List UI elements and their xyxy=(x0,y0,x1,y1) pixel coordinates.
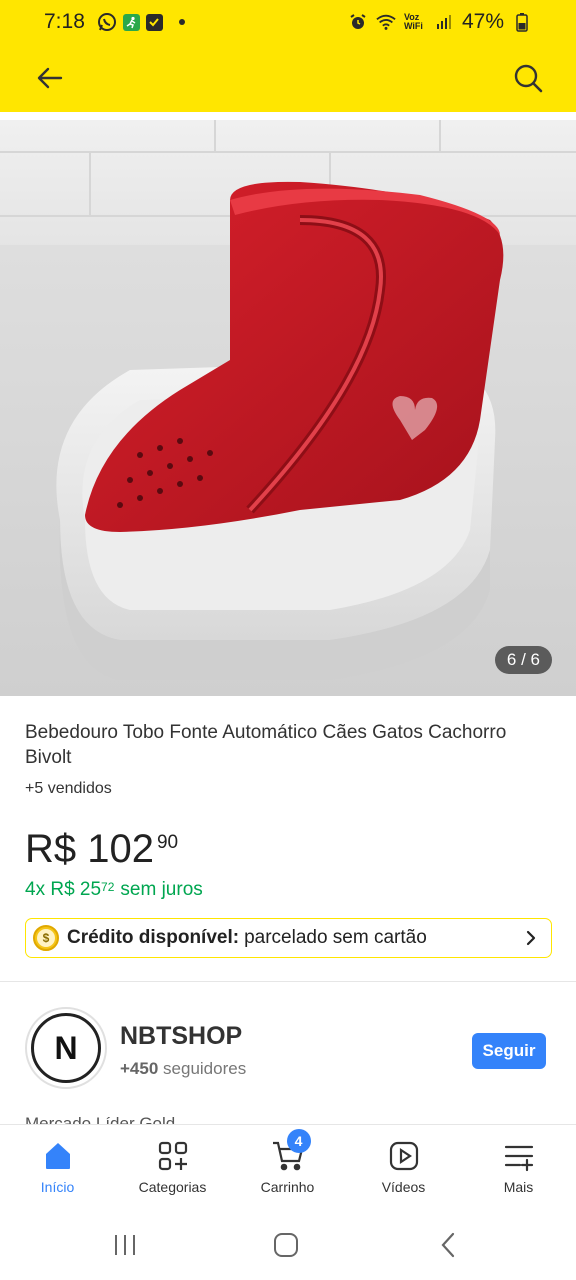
nav-item-videos[interactable]: Vídeos xyxy=(346,1125,461,1211)
nav-label-categories: Categorias xyxy=(138,1179,207,1195)
arrow-left-icon xyxy=(37,67,63,89)
sold-count: +5 vendidos xyxy=(25,780,112,797)
nav-label-videos: Vídeos xyxy=(381,1179,426,1195)
home-square-icon xyxy=(274,1233,298,1257)
price-main: R$ 102 xyxy=(25,827,154,871)
categories-icon xyxy=(156,1139,190,1173)
price: R$ 102 90 xyxy=(25,826,178,872)
price-cents: 90 xyxy=(156,832,179,853)
nav-label-more: Mais xyxy=(503,1179,534,1195)
signal-icon xyxy=(434,12,454,32)
seller-followers: +450 seguidores xyxy=(120,1059,246,1079)
home-icon xyxy=(41,1139,75,1173)
follow-button[interactable]: Seguir xyxy=(472,1033,546,1069)
battery-icon xyxy=(512,12,532,32)
product-image-gallery[interactable]: 6 / 6 xyxy=(0,120,576,696)
play-icon xyxy=(387,1139,421,1173)
bottom-navigation: Início Categorias 4 Carrinho Vídeos Mais xyxy=(0,1124,576,1210)
status-time: 7:18 xyxy=(44,10,85,33)
seller-name[interactable]: NBTSHOP xyxy=(120,1022,242,1051)
top-app-bar xyxy=(0,44,576,112)
home-system-button[interactable] xyxy=(266,1228,306,1262)
installments-prefix: 4x R$ 25 xyxy=(25,879,102,900)
seller-logo-letter: N xyxy=(31,1013,101,1083)
network-label: Voz WiFi xyxy=(403,12,423,31)
chevron-right-icon xyxy=(526,930,536,946)
installments: 4x R$ 25 72 sem juros xyxy=(25,879,203,901)
seller-badge-peek: Mercado Líder Gold xyxy=(25,1114,176,1124)
back-system-button[interactable] xyxy=(428,1228,468,1262)
seller-avatar[interactable]: N xyxy=(25,1007,107,1089)
nav-item-more[interactable]: Mais xyxy=(461,1125,576,1211)
coin-icon: $ xyxy=(33,925,59,951)
nav-label-cart: Carrinho xyxy=(260,1179,315,1195)
back-button[interactable] xyxy=(30,58,70,98)
nav-label-home: Início xyxy=(40,1179,75,1195)
nav-item-home[interactable]: Início xyxy=(0,1125,115,1211)
alarm-icon xyxy=(348,12,368,32)
notification-dot-icon xyxy=(178,19,185,25)
wifi-icon xyxy=(376,12,396,32)
system-navigation-bar xyxy=(0,1210,576,1280)
credit-text: parcelado sem cartão xyxy=(244,927,427,948)
installments-suffix: sem juros xyxy=(120,879,203,900)
status-bar: 7:18 Voz WiFi 47% xyxy=(0,0,576,44)
cart-icon: 4 xyxy=(271,1129,311,1173)
nav-item-categories[interactable]: Categorias xyxy=(115,1125,230,1211)
credit-label: Crédito disponível: xyxy=(67,927,240,948)
search-icon xyxy=(514,64,543,93)
section-divider xyxy=(0,981,576,982)
installments-cents: 72 xyxy=(101,880,115,894)
product-photo xyxy=(0,120,576,696)
recent-apps-button[interactable] xyxy=(105,1228,145,1262)
credit-available-banner[interactable]: $ Crédito disponível: parcelado sem cart… xyxy=(25,918,552,958)
nav-item-cart[interactable]: 4 Carrinho xyxy=(230,1125,345,1211)
followers-count: +450 xyxy=(120,1059,159,1078)
battery-percent: 47% xyxy=(461,10,504,33)
search-button[interactable] xyxy=(508,58,548,98)
cart-badge: 4 xyxy=(286,1129,311,1153)
followers-label: seguidores xyxy=(163,1059,247,1078)
recent-apps-icon xyxy=(115,1235,135,1255)
image-counter: 6 / 6 xyxy=(494,646,552,674)
exit-icon xyxy=(122,13,140,31)
menu-plus-icon xyxy=(502,1139,536,1173)
checkbox-icon xyxy=(145,13,163,31)
back-chevron-icon xyxy=(441,1232,455,1258)
product-title: Bebedouro Tobo Fonte Automático Cães Gat… xyxy=(25,722,507,768)
whatsapp-icon xyxy=(97,12,117,32)
